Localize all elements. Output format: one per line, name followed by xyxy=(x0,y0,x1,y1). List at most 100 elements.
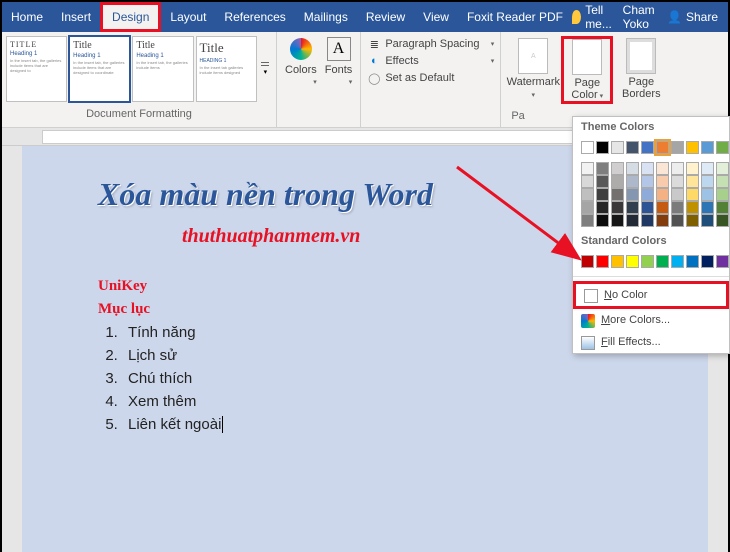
color-swatch[interactable] xyxy=(701,214,714,227)
list-item[interactable]: Chú thích xyxy=(122,370,668,387)
color-swatch[interactable] xyxy=(686,214,699,227)
fill-effects-item[interactable]: Fill Effects... xyxy=(573,331,729,353)
tab-home[interactable]: Home xyxy=(2,2,52,32)
page-color-button[interactable]: Page Color ▾ xyxy=(561,36,613,104)
color-swatch[interactable] xyxy=(641,175,654,188)
color-swatch[interactable] xyxy=(626,175,639,188)
color-swatch[interactable] xyxy=(701,201,714,214)
color-swatch[interactable] xyxy=(701,175,714,188)
color-swatch[interactable] xyxy=(656,188,669,201)
color-swatch[interactable] xyxy=(716,175,729,188)
no-color-item[interactable]: No Color xyxy=(573,281,729,309)
color-swatch[interactable] xyxy=(671,141,684,154)
color-swatch[interactable] xyxy=(641,162,654,175)
color-swatch[interactable] xyxy=(611,175,624,188)
color-swatch[interactable] xyxy=(701,255,714,268)
watermark-button[interactable]: A Watermark ▾ xyxy=(507,36,559,104)
color-swatch[interactable] xyxy=(671,188,684,201)
color-swatch[interactable] xyxy=(686,141,699,154)
color-swatch[interactable] xyxy=(656,141,669,154)
color-swatch[interactable] xyxy=(581,214,594,227)
color-swatch[interactable] xyxy=(686,175,699,188)
color-swatch[interactable] xyxy=(656,214,669,227)
tab-review[interactable]: Review xyxy=(357,2,414,32)
color-swatch[interactable] xyxy=(596,162,609,175)
share-button[interactable]: 👤 Share xyxy=(667,10,718,24)
color-swatch[interactable] xyxy=(656,255,669,268)
color-swatch[interactable] xyxy=(611,255,624,268)
tab-layout[interactable]: Layout xyxy=(161,2,215,32)
color-swatch[interactable] xyxy=(716,188,729,201)
color-swatch[interactable] xyxy=(581,255,594,268)
color-swatch[interactable] xyxy=(581,175,594,188)
color-swatch[interactable] xyxy=(641,201,654,214)
color-swatch[interactable] xyxy=(596,255,609,268)
style-set-thumb[interactable]: Title Heading 1 In the insert tab, the g… xyxy=(69,36,130,102)
color-swatch[interactable] xyxy=(611,214,624,227)
color-swatch[interactable] xyxy=(716,141,729,154)
color-swatch[interactable] xyxy=(611,188,624,201)
color-swatch[interactable] xyxy=(626,255,639,268)
color-swatch[interactable] xyxy=(626,141,639,154)
tab-foxit[interactable]: Foxit Reader PDF xyxy=(458,2,572,32)
effects-button[interactable]: ◐ Effects ▾ xyxy=(367,53,494,69)
color-swatch[interactable] xyxy=(671,214,684,227)
more-colors-item[interactable]: More Colors... xyxy=(573,309,729,331)
color-swatch[interactable] xyxy=(686,255,699,268)
color-swatch[interactable] xyxy=(686,162,699,175)
color-swatch[interactable] xyxy=(626,201,639,214)
color-swatch[interactable] xyxy=(596,201,609,214)
color-swatch[interactable] xyxy=(701,188,714,201)
user-name[interactable]: Cham Yoko xyxy=(623,3,661,31)
style-set-thumb[interactable]: Title HEADING 1 In the insert tab galler… xyxy=(196,36,257,102)
paragraph-spacing-button[interactable]: ≣ Paragraph Spacing ▾ xyxy=(367,36,494,52)
color-swatch[interactable] xyxy=(701,162,714,175)
style-set-thumb[interactable]: Title Heading 1 In the insert tab, the g… xyxy=(132,36,193,102)
tab-insert[interactable]: Insert xyxy=(52,2,100,32)
tab-mailings[interactable]: Mailings xyxy=(295,2,357,32)
tab-references[interactable]: References xyxy=(215,2,294,32)
tell-me-search[interactable]: Tell me... xyxy=(572,3,617,31)
list-item[interactable]: Xem thêm xyxy=(122,393,668,410)
color-swatch[interactable] xyxy=(671,162,684,175)
color-swatch[interactable] xyxy=(596,141,609,154)
color-swatch[interactable] xyxy=(596,188,609,201)
tab-view[interactable]: View xyxy=(414,2,458,32)
color-swatch[interactable] xyxy=(626,188,639,201)
color-swatch[interactable] xyxy=(581,162,594,175)
color-swatch[interactable] xyxy=(626,214,639,227)
style-set-more-button[interactable]: ▾ xyxy=(259,36,272,102)
color-swatch[interactable] xyxy=(716,162,729,175)
color-swatch[interactable] xyxy=(701,141,714,154)
color-swatch[interactable] xyxy=(641,255,654,268)
style-set-thumb[interactable]: TITLE Heading 1 In the insert tab, the g… xyxy=(6,36,67,102)
color-swatch[interactable] xyxy=(671,201,684,214)
color-swatch[interactable] xyxy=(581,188,594,201)
color-swatch[interactable] xyxy=(641,214,654,227)
color-swatch[interactable] xyxy=(641,141,654,154)
color-swatch[interactable] xyxy=(716,214,729,227)
color-swatch[interactable] xyxy=(641,188,654,201)
fonts-button[interactable]: A Fonts ▾ xyxy=(325,36,353,86)
color-swatch[interactable] xyxy=(656,162,669,175)
set-default-button[interactable]: ◯ Set as Default xyxy=(367,70,494,86)
color-swatch[interactable] xyxy=(656,175,669,188)
color-swatch[interactable] xyxy=(611,201,624,214)
color-swatch[interactable] xyxy=(611,162,624,175)
color-swatch[interactable] xyxy=(716,255,729,268)
color-swatch[interactable] xyxy=(686,201,699,214)
color-swatch[interactable] xyxy=(656,201,669,214)
color-swatch[interactable] xyxy=(671,175,684,188)
colors-button[interactable]: Colors ▾ xyxy=(285,36,317,86)
color-swatch[interactable] xyxy=(596,175,609,188)
color-swatch[interactable] xyxy=(686,188,699,201)
color-swatch[interactable] xyxy=(671,255,684,268)
color-swatch[interactable] xyxy=(581,201,594,214)
color-swatch[interactable] xyxy=(716,201,729,214)
tab-design[interactable]: Design xyxy=(100,2,161,32)
color-swatch[interactable] xyxy=(581,141,594,154)
list-item[interactable]: Liên kết ngoài xyxy=(122,416,668,433)
color-swatch[interactable] xyxy=(596,214,609,227)
color-swatch[interactable] xyxy=(611,141,624,154)
page-borders-button[interactable]: Page Borders xyxy=(615,36,667,104)
